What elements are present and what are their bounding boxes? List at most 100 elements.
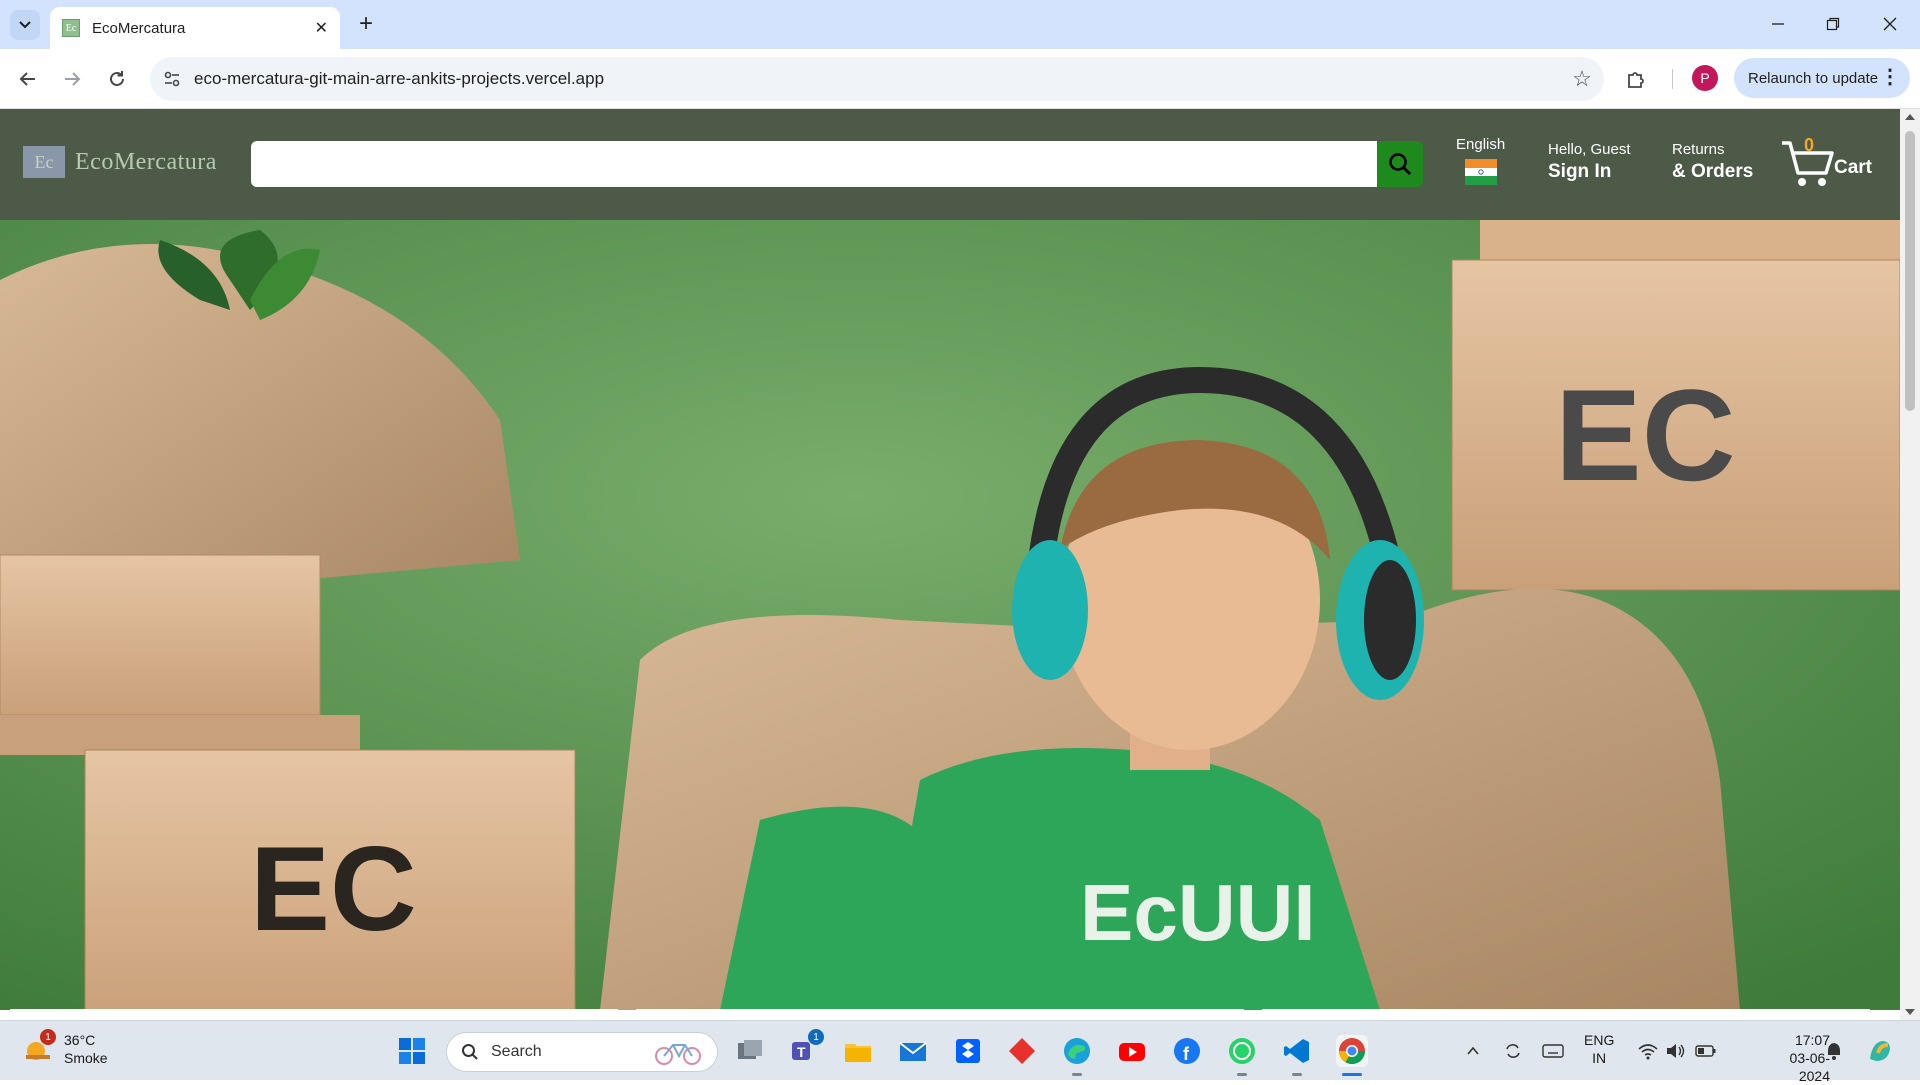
sign-in-link[interactable]: Hello, Guest Sign In: [1548, 141, 1631, 183]
volume-icon[interactable]: [1660, 1035, 1692, 1067]
task-view-icon[interactable]: [734, 1035, 766, 1067]
bicycle-icon: [655, 1044, 701, 1065]
lang-top: ENG: [1584, 1032, 1615, 1048]
site-info-icon[interactable]: [150, 57, 194, 101]
dropbox-icon[interactable]: [952, 1035, 984, 1067]
vscode-icon[interactable]: [1281, 1035, 1313, 1067]
tab-search-button[interactable]: [10, 10, 40, 40]
active-app-indicator: [1342, 1073, 1362, 1076]
profile-avatar[interactable]: P: [1692, 65, 1718, 91]
india-flag-icon: [1464, 159, 1497, 186]
cart-count: 0: [1804, 135, 1815, 155]
logo-text: EcoMercatura: [75, 148, 217, 175]
search-button[interactable]: [1377, 141, 1423, 187]
taskbar-search-label: Search: [491, 1043, 542, 1060]
page-viewport: Ec EcoMercatura English Hello, Guest Sig…: [0, 109, 1900, 1020]
sync-icon[interactable]: [1497, 1035, 1529, 1067]
svg-text:f: f: [1183, 1044, 1190, 1064]
taskbar-search-box[interactable]: Search: [446, 1032, 718, 1072]
address-bar[interactable]: eco-mercatura-git-main-arre-ankits-proje…: [150, 57, 1604, 101]
running-indicator: [1292, 1073, 1302, 1076]
facebook-icon[interactable]: f: [1171, 1035, 1203, 1067]
svg-text:T: T: [797, 1044, 806, 1060]
browser-toolbar: eco-mercatura-git-main-arre-ankits-proje…: [0, 49, 1920, 109]
svg-text:EC: EC: [1555, 362, 1736, 508]
puzzle-icon: [1628, 72, 1644, 88]
weather-desc: Smoke: [64, 1050, 108, 1066]
minimize-icon[interactable]: [1758, 10, 1798, 38]
product-card-strip: [1262, 1009, 1870, 1020]
bookmark-star-icon[interactable]: ☆: [1560, 57, 1604, 101]
orders-text: & Orders: [1672, 161, 1754, 182]
cart-label: Cart: [1834, 157, 1873, 178]
running-indicator: [1072, 1073, 1082, 1076]
svg-text:EC: EC: [250, 822, 417, 956]
notification-bell-icon[interactable]: [1818, 1035, 1850, 1067]
keyboard-icon[interactable]: [1537, 1035, 1569, 1067]
page-scrollbar[interactable]: [1900, 109, 1920, 1020]
scroll-down-icon[interactable]: [1905, 1009, 1915, 1015]
arrow-left-icon: [19, 72, 35, 86]
youtube-icon[interactable]: [1116, 1035, 1148, 1067]
restore-icon[interactable]: [1813, 10, 1853, 38]
taskbar: 1 36°C Smoke Search T 1 f ENG IN 17:07 0…: [0, 1020, 1920, 1084]
copilot-icon[interactable]: [1864, 1035, 1896, 1067]
site-header: Ec EcoMercatura English Hello, Guest Sig…: [0, 109, 1900, 220]
cart-button[interactable]: 0 Cart: [1780, 135, 1880, 191]
language-indicator[interactable]: ENG IN: [1584, 1031, 1614, 1067]
app-diamond-icon[interactable]: [1006, 1035, 1038, 1067]
reload-button[interactable]: [101, 63, 133, 95]
search-icon: [462, 1044, 478, 1060]
battery-icon[interactable]: [1690, 1035, 1722, 1067]
scrollbar-thumb[interactable]: [1905, 131, 1915, 411]
file-explorer-icon[interactable]: [842, 1035, 874, 1067]
teams-icon[interactable]: T 1: [788, 1029, 824, 1067]
product-card-strip: [636, 1009, 1244, 1020]
browser-tabstrip: Ec EcoMercatura ✕ +: [0, 0, 1920, 49]
extensions-button[interactable]: [1620, 63, 1652, 95]
reload-icon: [110, 71, 124, 86]
language-label: English: [1456, 136, 1506, 153]
url-text[interactable]: eco-mercatura-git-main-arre-ankits-proje…: [194, 69, 1560, 89]
toolbar-divider: [1672, 69, 1673, 89]
browser-tab[interactable]: Ec EcoMercatura ✕: [50, 7, 340, 49]
windows-start-icon[interactable]: [396, 1035, 428, 1067]
running-indicator: [1237, 1073, 1247, 1076]
returns-text: Returns: [1672, 141, 1725, 158]
search-icon: [1389, 153, 1412, 176]
site-logo[interactable]: Ec EcoMercatura: [23, 146, 217, 178]
weather-sun-icon: 1: [22, 1029, 56, 1065]
teams-badge: 1: [808, 1029, 824, 1045]
svg-text:EcUUI: EcUUI: [1080, 868, 1316, 957]
product-search-input[interactable]: [251, 141, 1377, 187]
chrome-icon[interactable]: [1336, 1035, 1368, 1067]
logo-mark: Ec: [23, 146, 65, 178]
arrow-right-icon: [65, 72, 81, 86]
mail-icon[interactable]: [897, 1035, 929, 1067]
chevron-up-icon[interactable]: [1457, 1035, 1489, 1067]
language-selector[interactable]: English: [1456, 136, 1506, 186]
weather-widget[interactable]: 1 36°C Smoke: [22, 1029, 108, 1067]
new-tab-button[interactable]: +: [352, 10, 380, 38]
hero-banner-image: EC EC EcUUI: [0, 220, 1900, 1010]
back-button[interactable]: [12, 63, 44, 95]
close-tab-icon[interactable]: ✕: [315, 18, 328, 38]
scroll-up-icon[interactable]: [1905, 114, 1915, 120]
returns-orders-link[interactable]: Returns & Orders: [1672, 141, 1753, 183]
whatsapp-icon[interactable]: [1226, 1035, 1258, 1067]
relaunch-button[interactable]: Relaunch to update ⋮: [1734, 58, 1910, 98]
chevron-down-icon: [19, 21, 31, 29]
tab-title: EcoMercatura: [92, 19, 186, 37]
more-menu-icon[interactable]: ⋮: [1880, 64, 1900, 89]
forward-button[interactable]: [56, 63, 88, 95]
sign-in-text: Sign In: [1548, 161, 1612, 182]
edge-browser-icon[interactable]: [1061, 1035, 1093, 1067]
weather-badge: 1: [40, 1029, 56, 1045]
greeting-text: Hello, Guest: [1548, 141, 1631, 158]
product-card-strip: [10, 1009, 618, 1020]
close-window-icon[interactable]: [1870, 10, 1910, 38]
favicon-icon: Ec: [62, 19, 80, 37]
relaunch-label: Relaunch to update: [1748, 69, 1879, 87]
weather-temp: 36°C: [64, 1032, 96, 1048]
lang-bottom: IN: [1592, 1050, 1607, 1066]
